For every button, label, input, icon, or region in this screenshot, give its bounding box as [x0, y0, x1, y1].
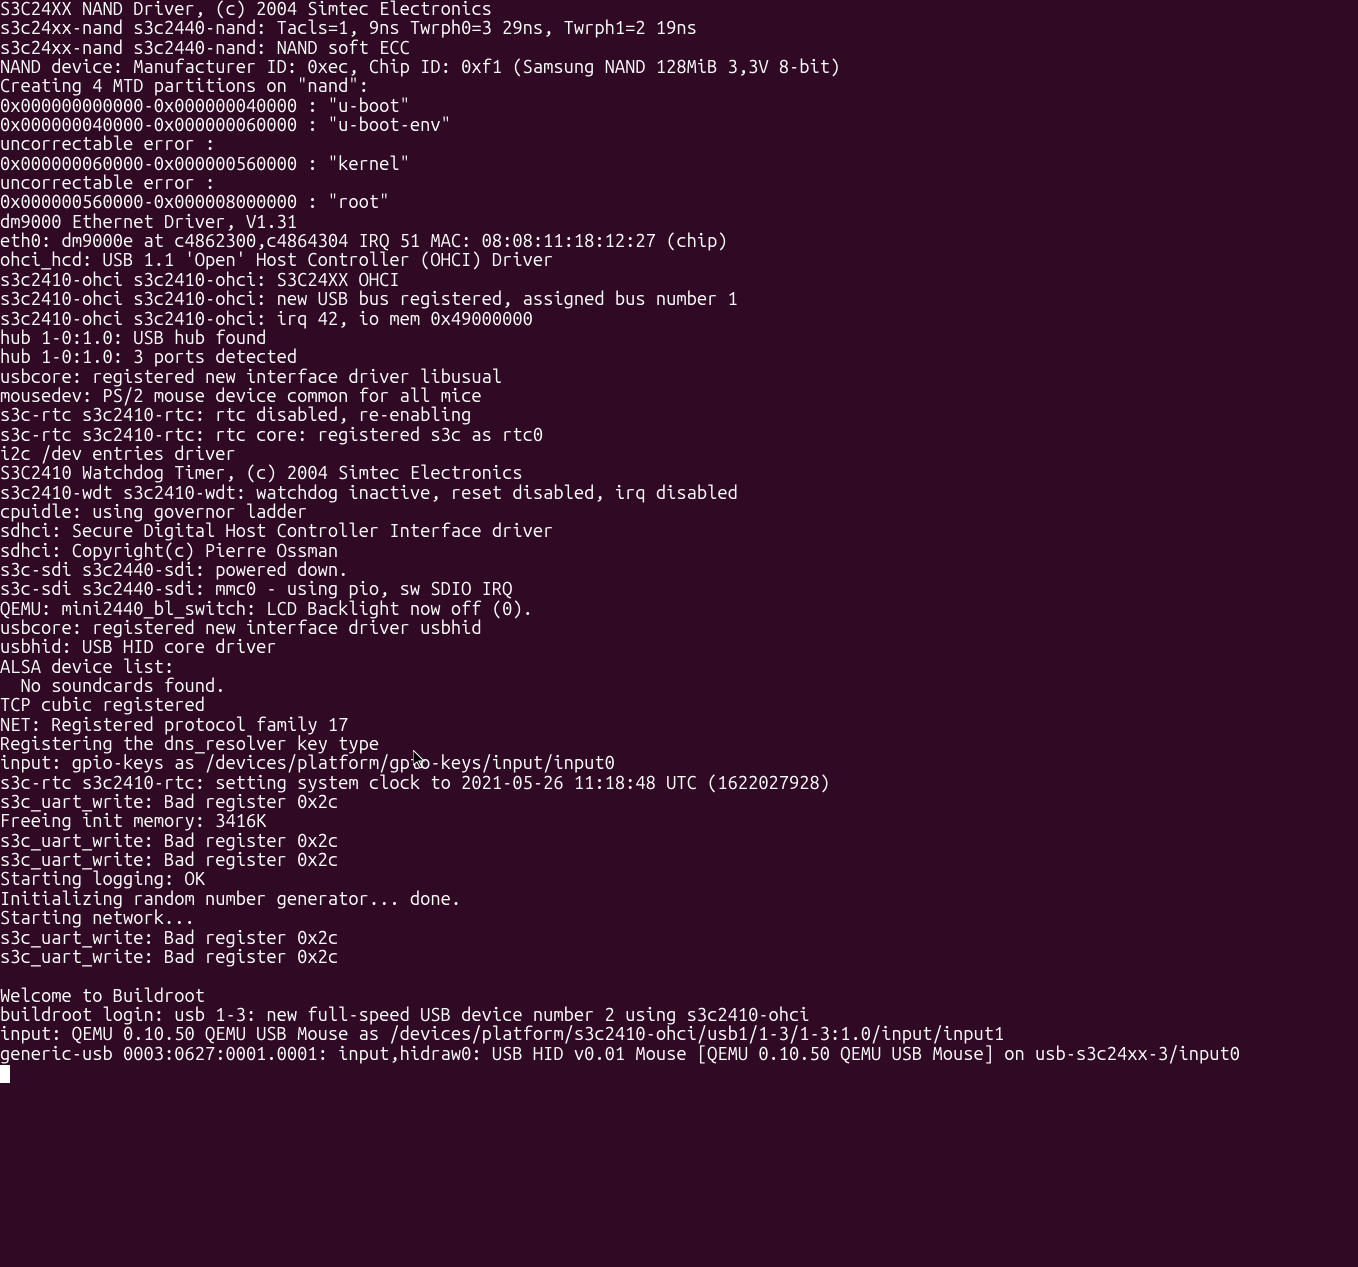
- terminal-line: 0x000000060000-0x000000560000 : "kernel": [0, 155, 1358, 174]
- terminal-line: sdhci: Copyright(c) Pierre Ossman: [0, 542, 1358, 561]
- terminal-line: No soundcards found.: [0, 677, 1358, 696]
- terminal-line: Creating 4 MTD partitions on "nand":: [0, 77, 1358, 96]
- terminal-line: uncorrectable error :: [0, 135, 1358, 154]
- terminal-line: 0x000000040000-0x000000060000 : "u-boot-…: [0, 116, 1358, 135]
- terminal-line: s3c-rtc s3c2410-rtc: rtc core: registere…: [0, 426, 1358, 445]
- terminal-line: generic-usb 0003:0627:0001.0001: input,h…: [0, 1045, 1358, 1064]
- terminal-line: NET: Registered protocol family 17: [0, 716, 1358, 735]
- terminal-line: Starting network...: [0, 909, 1358, 928]
- terminal-line: [0, 967, 1358, 986]
- terminal-line: usbcore: registered new interface driver…: [0, 368, 1358, 387]
- terminal-line: 0x000000000000-0x000000040000 : "u-boot": [0, 97, 1358, 116]
- terminal-line: Welcome to Buildroot: [0, 987, 1358, 1006]
- terminal-line: cpuidle: using governor ladder: [0, 503, 1358, 522]
- terminal-line: S3C24XX NAND Driver, (c) 2004 Simtec Ele…: [0, 0, 1358, 19]
- terminal-line: Registering the dns_resolver key type: [0, 735, 1358, 754]
- terminal-line: dm9000 Ethernet Driver, V1.31: [0, 213, 1358, 232]
- terminal-line: s3c_uart_write: Bad register 0x2c: [0, 851, 1358, 870]
- terminal-line: s3c-rtc s3c2410-rtc: setting system cloc…: [0, 774, 1358, 793]
- terminal-line: NAND device: Manufacturer ID: 0xec, Chip…: [0, 58, 1358, 77]
- terminal-line: buildroot login: usb 1-3: new full-speed…: [0, 1006, 1358, 1025]
- terminal-line: uncorrectable error :: [0, 174, 1358, 193]
- terminal-line: hub 1-0:1.0: USB hub found: [0, 329, 1358, 348]
- terminal-cursor-line[interactable]: [0, 1064, 1358, 1083]
- terminal-line: input: QEMU 0.10.50 QEMU USB Mouse as /d…: [0, 1025, 1358, 1044]
- terminal-line: s3c24xx-nand s3c2440-nand: Tacls=1, 9ns …: [0, 19, 1358, 38]
- terminal-line: Initializing random number generator... …: [0, 890, 1358, 909]
- terminal-line: i2c /dev entries driver: [0, 445, 1358, 464]
- terminal-line: s3c_uart_write: Bad register 0x2c: [0, 832, 1358, 851]
- terminal-output[interactable]: S3C24XX NAND Driver, (c) 2004 Simtec Ele…: [0, 0, 1358, 1083]
- terminal-line: s3c-rtc s3c2410-rtc: rtc disabled, re-en…: [0, 406, 1358, 425]
- terminal-line: Freeing init memory: 3416K: [0, 812, 1358, 831]
- terminal-line: s3c-sdi s3c2440-sdi: powered down.: [0, 561, 1358, 580]
- terminal-line: s3c24xx-nand s3c2440-nand: NAND soft ECC: [0, 39, 1358, 58]
- terminal-line: s3c-sdi s3c2440-sdi: mmc0 - using pio, s…: [0, 580, 1358, 599]
- terminal-line: s3c_uart_write: Bad register 0x2c: [0, 948, 1358, 967]
- terminal-cursor: [0, 1065, 10, 1083]
- terminal-line: sdhci: Secure Digital Host Controller In…: [0, 522, 1358, 541]
- terminal-line: mousedev: PS/2 mouse device common for a…: [0, 387, 1358, 406]
- terminal-line: 0x000000560000-0x000008000000 : "root": [0, 193, 1358, 212]
- terminal-line: usbhid: USB HID core driver: [0, 638, 1358, 657]
- terminal-line: input: gpio-keys as /devices/platform/gp…: [0, 754, 1358, 773]
- terminal-line: eth0: dm9000e at c4862300,c4864304 IRQ 5…: [0, 232, 1358, 251]
- terminal-line: TCP cubic registered: [0, 696, 1358, 715]
- terminal-line: usbcore: registered new interface driver…: [0, 619, 1358, 638]
- terminal-line: hub 1-0:1.0: 3 ports detected: [0, 348, 1358, 367]
- terminal-line: QEMU: mini2440_bl_switch: LCD Backlight …: [0, 600, 1358, 619]
- terminal-line: s3c2410-ohci s3c2410-ohci: S3C24XX OHCI: [0, 271, 1358, 290]
- terminal-line: s3c2410-ohci s3c2410-ohci: irq 42, io me…: [0, 310, 1358, 329]
- terminal-line: s3c2410-ohci s3c2410-ohci: new USB bus r…: [0, 290, 1358, 309]
- terminal-line: S3C2410 Watchdog Timer, (c) 2004 Simtec …: [0, 464, 1358, 483]
- terminal-line: ALSA device list:: [0, 658, 1358, 677]
- terminal-line: s3c_uart_write: Bad register 0x2c: [0, 929, 1358, 948]
- terminal-line: ohci_hcd: USB 1.1 'Open' Host Controller…: [0, 251, 1358, 270]
- terminal-line: s3c_uart_write: Bad register 0x2c: [0, 793, 1358, 812]
- terminal-line: s3c2410-wdt s3c2410-wdt: watchdog inacti…: [0, 484, 1358, 503]
- terminal-line: Starting logging: OK: [0, 870, 1358, 889]
